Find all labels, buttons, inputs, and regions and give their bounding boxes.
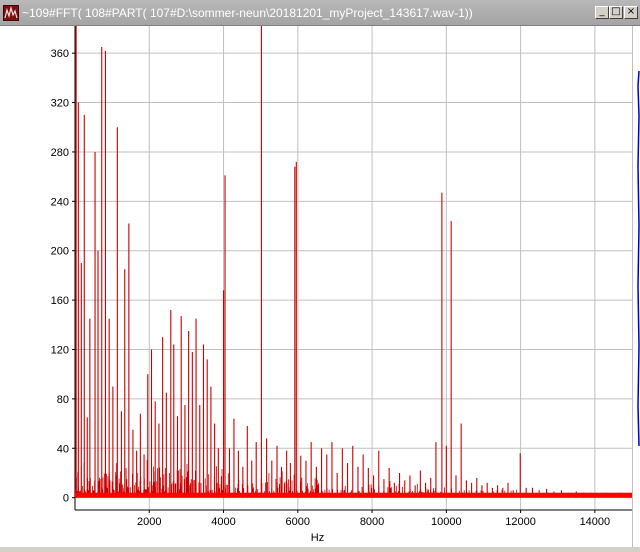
- plot-area[interactable]: 0 40 80 120 160 200 240 280 320 360 2000 4000 6000 80…: [0, 26, 632, 547]
- x-tick-label: 14000: [580, 516, 611, 528]
- y-tick-label: 360: [51, 48, 69, 60]
- x-tick-label: 12000: [505, 516, 536, 528]
- y-tick-label: 40: [57, 443, 69, 455]
- y-tick-label: 160: [51, 295, 69, 307]
- minimize-button[interactable]: _: [595, 6, 609, 19]
- maximize-button[interactable]: □: [609, 6, 623, 19]
- x-tick-label: 10000: [431, 516, 462, 528]
- y-tick-label: 240: [51, 196, 69, 208]
- y-tick-label: 200: [51, 246, 69, 258]
- x-tick-label: 2000: [137, 516, 161, 528]
- x-tick-label: 6000: [286, 516, 310, 528]
- edge-trace: [637, 70, 640, 447]
- x-tick-label: 8000: [360, 516, 384, 528]
- y-tick-label: 280: [51, 147, 69, 159]
- y-tick-label: 120: [51, 344, 69, 356]
- y-tick-label: 80: [57, 394, 69, 406]
- x-axis-label: Hz: [311, 532, 324, 544]
- close-button[interactable]: ×: [624, 6, 638, 19]
- baseline-band: [75, 492, 632, 498]
- x-tick-label: 4000: [211, 516, 235, 528]
- spectrum-series: [75, 26, 632, 498]
- side-panel: [632, 26, 640, 547]
- y-tick-label: 0: [63, 493, 69, 505]
- app-icon[interactable]: [3, 5, 19, 21]
- title-bar[interactable]: ~109#FFT( 108#PART( 107#D:\sommer-neun\2…: [0, 0, 640, 26]
- y-tick-label: 320: [51, 98, 69, 110]
- spectrum-chart: 0 40 80 120 160 200 240 280 320 360 2000 4000 6000 80…: [51, 26, 632, 544]
- window-title: ~109#FFT( 108#PART( 107#D:\sommer-neun\2…: [22, 6, 473, 20]
